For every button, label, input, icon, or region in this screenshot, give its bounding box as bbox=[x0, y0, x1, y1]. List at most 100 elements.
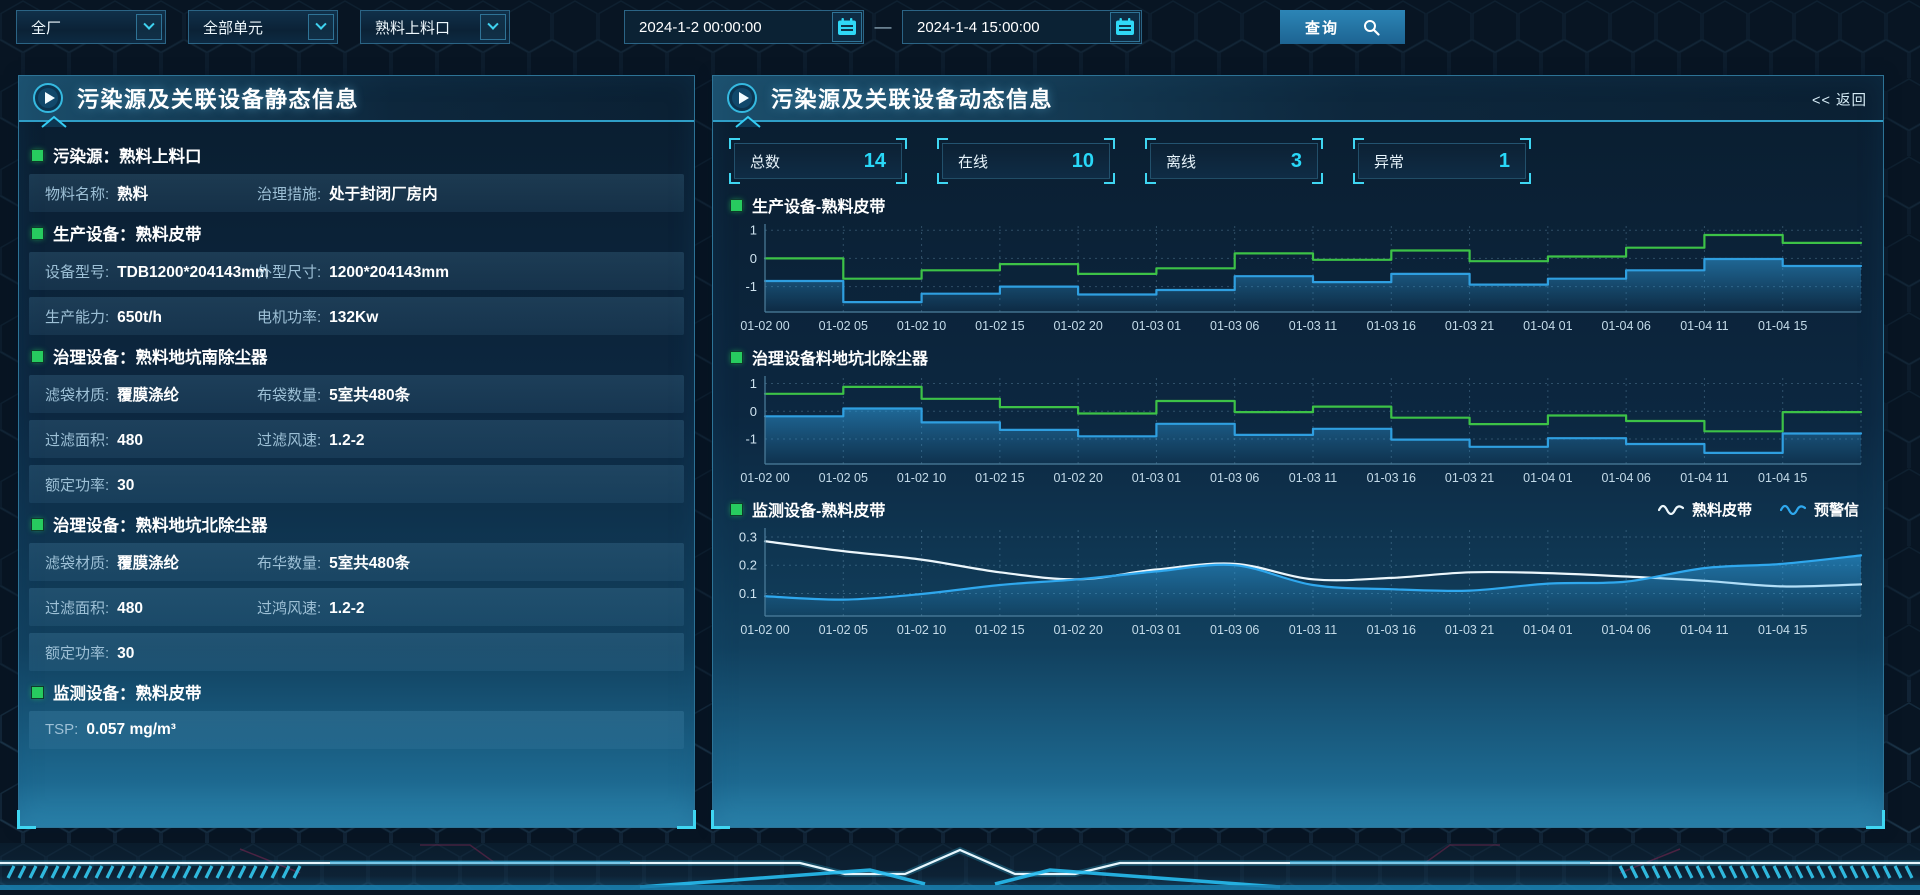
section-header-text: 治理设备：熟料地坑北除尘器 bbox=[53, 512, 268, 536]
svg-text:01-03 06: 01-03 06 bbox=[1210, 623, 1259, 637]
svg-text:01-02 05: 01-02 05 bbox=[819, 319, 868, 333]
play-icon bbox=[726, 82, 758, 114]
stat-card: 离线3 bbox=[1145, 138, 1323, 184]
wavy-line-icon bbox=[1658, 503, 1684, 515]
green-square-icon bbox=[32, 519, 43, 530]
chart-title-row: 治理设备料地坑北除尘器 bbox=[731, 345, 1863, 369]
svg-text:01-02 20: 01-02 20 bbox=[1053, 471, 1102, 485]
legend-label: 预警信 bbox=[1814, 499, 1859, 520]
chart-legend: 熟料皮带 预警信 bbox=[1658, 499, 1863, 520]
info-label: 电机功率: bbox=[257, 306, 321, 327]
info-cell: 治理措施:处于封闭厂房内 bbox=[257, 182, 668, 204]
info-value: 132Kw bbox=[329, 309, 378, 327]
plant-select[interactable]: 全厂 bbox=[16, 10, 166, 44]
info-cell: 电机功率: 132Kw bbox=[257, 306, 668, 327]
svg-text:01-04 06: 01-04 06 bbox=[1601, 623, 1650, 637]
info-row: TSP:0.057 mg/m³ bbox=[29, 711, 684, 749]
info-label: 布袋数量: bbox=[257, 384, 321, 405]
stat-card: 在线10 bbox=[937, 138, 1115, 184]
svg-text:0: 0 bbox=[750, 251, 757, 266]
chart-title: 监测设备-熟料皮带 bbox=[752, 497, 885, 521]
chevron-down-icon[interactable] bbox=[308, 14, 334, 40]
stat-label: 在线 bbox=[958, 151, 988, 172]
info-value: 480 bbox=[117, 600, 143, 618]
stat-card: 总数14 bbox=[729, 138, 907, 184]
legend-item[interactable]: 预警信 bbox=[1780, 499, 1859, 520]
date-to-input[interactable]: 2024-1-4 15:00:00 bbox=[902, 10, 1142, 44]
info-label: 过滤面积: bbox=[45, 597, 109, 618]
info-value: 覆膜涤纶 bbox=[117, 551, 179, 573]
info-label: 过滤风速: bbox=[257, 429, 321, 450]
chart-title-row: 生产设备-熟料皮带 bbox=[731, 193, 1863, 217]
svg-text:01-02 15: 01-02 15 bbox=[975, 471, 1024, 485]
svg-text:01-04 15: 01-04 15 bbox=[1758, 319, 1807, 333]
stat-card-inner: 离线3 bbox=[1150, 143, 1318, 179]
chevron-down-icon[interactable] bbox=[480, 14, 506, 40]
info-value: 1200*204143mm bbox=[329, 264, 449, 282]
svg-text:01-04 11: 01-04 11 bbox=[1680, 471, 1728, 485]
svg-text:01-04 01: 01-04 01 bbox=[1523, 319, 1572, 333]
info-value: TDB1200*204143mm bbox=[117, 264, 269, 282]
info-row: 物料名称:熟料治理措施:处于封闭厂房内 bbox=[29, 174, 684, 212]
info-row: 额定功率:30 bbox=[29, 633, 684, 671]
query-button[interactable]: 查询 bbox=[1280, 10, 1405, 44]
info-value: 熟料 bbox=[117, 182, 148, 204]
chart-block: 生产设备-熟料皮带10-101-02 0001-02 0501-02 1001-… bbox=[729, 193, 1863, 336]
green-square-icon bbox=[32, 351, 43, 362]
chart-title: 治理设备料地坑北除尘器 bbox=[752, 345, 928, 369]
legend-label: 熟料皮带 bbox=[1692, 499, 1752, 520]
source-select[interactable]: 熟料上料口 bbox=[360, 10, 510, 44]
info-cell: 滤袋材质:覆膜涤纶 bbox=[45, 383, 257, 405]
svg-text:01-02 10: 01-02 10 bbox=[897, 471, 946, 485]
header-chevron-decoration bbox=[733, 114, 763, 128]
info-label: 设备型号: bbox=[45, 261, 109, 282]
section-header: 污染源：熟料上料口 bbox=[29, 143, 684, 167]
svg-text:01-04 01: 01-04 01 bbox=[1523, 623, 1572, 637]
stat-label: 离线 bbox=[1166, 151, 1196, 172]
svg-text:0.1: 0.1 bbox=[739, 586, 757, 601]
info-cell: 外型尺寸:1200*204143mm bbox=[257, 261, 668, 282]
svg-text:01-04 15: 01-04 15 bbox=[1758, 471, 1807, 485]
svg-text:01-03 11: 01-03 11 bbox=[1289, 623, 1337, 637]
info-label: 治理措施: bbox=[257, 183, 321, 204]
info-value: 覆膜涤纶 bbox=[117, 383, 179, 405]
info-cell: 物料名称:熟料 bbox=[45, 182, 257, 204]
info-row: 滤袋材质:覆膜涤纶布华数量:5室共480条 bbox=[29, 543, 684, 581]
svg-text:01-03 21: 01-03 21 bbox=[1445, 471, 1494, 485]
chart-title-row: 监测设备-熟料皮带 熟料皮带 预警信 bbox=[731, 497, 1863, 521]
stat-card: 异常1 bbox=[1353, 138, 1531, 184]
info-value: 480 bbox=[117, 432, 143, 450]
svg-text:01-02 00: 01-02 00 bbox=[740, 471, 789, 485]
charts: 生产设备-熟料皮带10-101-02 0001-02 0501-02 1001-… bbox=[729, 193, 1863, 640]
stat-card-inner: 异常1 bbox=[1358, 143, 1526, 179]
green-square-icon bbox=[731, 504, 742, 515]
calendar-icon[interactable] bbox=[832, 12, 862, 42]
info-label: 过鸿风速: bbox=[257, 597, 321, 618]
date-from-input[interactable]: 2024-1-2 00:00:00 bbox=[624, 10, 864, 44]
info-label: 布华数量: bbox=[257, 552, 321, 573]
static-info-panel: 污染源及关联设备静态信息 污染源：熟料上料口物料名称:熟料治理措施:处于封闭厂房… bbox=[18, 75, 695, 828]
unit-select[interactable]: 全部单元 bbox=[188, 10, 338, 44]
chart-block: 监测设备-熟料皮带熟料皮带预警信0.30.20.101-02 0001-02 0… bbox=[729, 497, 1863, 640]
info-row: 过滤面积: 480 过鸿风速:1.2-2 bbox=[29, 588, 684, 626]
info-value: 30 bbox=[117, 477, 134, 495]
section-header-text: 监测设备：熟料皮带 bbox=[53, 680, 202, 704]
calendar-icon[interactable] bbox=[1110, 12, 1140, 42]
stat-card-inner: 总数14 bbox=[734, 143, 902, 179]
info-cell: 布袋数量:5室共480条 bbox=[257, 383, 668, 405]
header-chevron-decoration bbox=[39, 114, 69, 128]
chart-title: 生产设备-熟料皮带 bbox=[752, 193, 885, 217]
query-button-label: 查询 bbox=[1305, 17, 1339, 38]
chevron-down-icon[interactable] bbox=[136, 14, 162, 40]
stat-label: 总数 bbox=[750, 151, 780, 172]
static-info-list: 污染源：熟料上料口物料名称:熟料治理措施:处于封闭厂房内生产设备：熟料皮带设备型… bbox=[19, 122, 694, 749]
svg-text:01-02 20: 01-02 20 bbox=[1053, 319, 1102, 333]
info-cell: 过鸿风速:1.2-2 bbox=[257, 597, 668, 618]
svg-text:01-03 06: 01-03 06 bbox=[1210, 471, 1259, 485]
svg-text:0.2: 0.2 bbox=[739, 558, 757, 573]
svg-text:01-03 01: 01-03 01 bbox=[1132, 319, 1181, 333]
legend-item[interactable]: 熟料皮带 bbox=[1658, 499, 1752, 520]
svg-text:01-04 01: 01-04 01 bbox=[1523, 471, 1572, 485]
back-button[interactable]: << 返回 bbox=[1812, 89, 1867, 110]
info-row: 额定功率:30 bbox=[29, 465, 684, 503]
